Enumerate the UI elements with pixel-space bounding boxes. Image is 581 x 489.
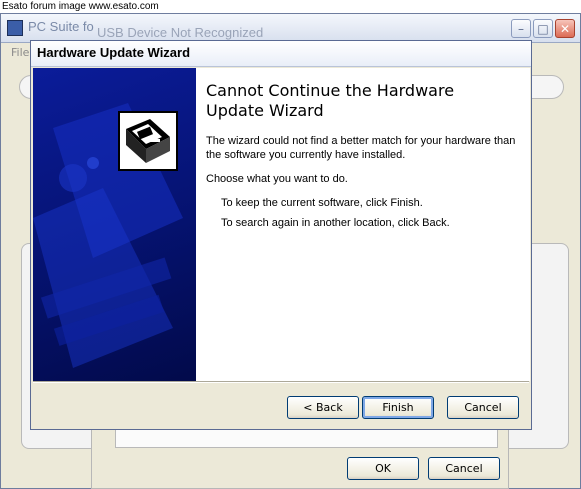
wizard-titlebar: Hardware Update Wizard [31,41,531,67]
wizard-option-back: To search again in another location, cli… [221,217,450,229]
cancel-button[interactable]: Cancel [447,396,519,419]
maximize-icon: □ [537,21,549,36]
app-icon [7,20,23,36]
back-button[interactable]: < Back [287,396,359,419]
close-icon: ✕ [559,21,571,36]
hardware-icon [118,111,178,171]
wizard-prompt: Choose what you want to do. [206,173,348,185]
minimize-icon: – [518,21,524,36]
close-button[interactable]: ✕ [555,19,575,38]
usb-dialog-title: USB Device Not Recognized [97,25,264,40]
wizard-heading: Cannot Continue the Hardware Update Wiza… [206,81,455,120]
hardware-update-wizard: Hardware Update Wizard Cannot Continue t… [30,40,532,430]
wizard-message: The wizard could not find a better match… [206,135,516,161]
wizard-option-finish: To keep the current software, click Fini… [221,197,423,209]
maximize-button[interactable]: □ [533,19,553,38]
minimize-button[interactable]: – [511,19,531,38]
usb-cancel-button[interactable]: Cancel [428,457,500,480]
pc-suite-title: PC Suite fo [28,19,94,34]
watermark-text: Esato forum image www.esato.com [0,0,581,13]
wizard-side-banner [33,68,196,381]
wizard-title: Hardware Update Wizard [37,45,191,60]
pc-suite-titlebar: PC Suite fo USB Device Not Recognized – … [1,14,580,43]
wizard-content: Cannot Continue the Hardware Update Wiza… [196,68,530,381]
finish-button[interactable]: Finish [362,396,434,419]
wizard-separator [33,381,529,383]
ok-button[interactable]: OK [347,457,419,480]
menu-file[interactable]: File [11,46,29,59]
